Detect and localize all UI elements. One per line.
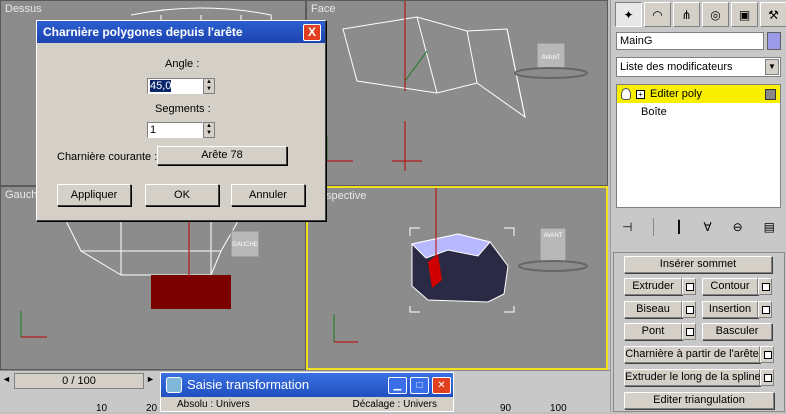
- segments-label: Segments :: [155, 103, 211, 115]
- command-tabs: ✦ ◠ ⋔ ◎ ▣ ⚒: [615, 2, 786, 27]
- utilities-tab-icon[interactable]: ⚒: [760, 2, 786, 27]
- apply-button[interactable]: Appliquer: [57, 184, 131, 206]
- stack-item-label: Boîte: [641, 106, 667, 118]
- angle-input[interactable]: 45,0: [147, 78, 203, 94]
- edit-polygons-rollout: Insérer sommet Extruder Contour Biseau I…: [613, 252, 785, 412]
- ruler-tick: 20: [146, 403, 158, 414]
- viewport-perspective-canvas: AVANT: [333, 188, 588, 343]
- inset-settings-icon[interactable]: [758, 301, 772, 318]
- ruler-tick: 90: [500, 403, 512, 414]
- motion-tab-icon[interactable]: ◎: [702, 2, 729, 27]
- hinge-label: Charnière courante :: [57, 151, 158, 163]
- ruler-tick: 10: [96, 403, 108, 414]
- extrude-button[interactable]: Extruder: [624, 278, 682, 295]
- angle-spinner[interactable]: ▲ ▼: [203, 78, 215, 94]
- hinge-from-edge-button[interactable]: Charnière à partir de l'arête: [624, 346, 760, 363]
- configure-sets-icon[interactable]: ▤: [764, 220, 775, 234]
- inset-button[interactable]: Insertion: [702, 301, 758, 318]
- timeline-prev-icon[interactable]: ◄: [2, 374, 11, 384]
- lightbulb-icon[interactable]: [621, 88, 631, 100]
- hierarchy-tab-icon[interactable]: ⋔: [673, 2, 700, 27]
- timeline-next-icon[interactable]: ►: [146, 374, 155, 384]
- remove-modifier-icon[interactable]: ⊖: [733, 220, 743, 234]
- bridge-settings-icon[interactable]: [682, 323, 696, 340]
- transform-type-in-window: Saisie transformation ▁ □ ✕ Absolu : Uni…: [160, 372, 454, 412]
- modifier-list-label: Liste des modificateurs: [620, 61, 733, 73]
- stack-item-label: Editer poly: [650, 88, 702, 100]
- stack-toolbar: ⊣ ┃ ∀ ⊖ ▤: [616, 216, 781, 238]
- dialog-close-button[interactable]: X: [303, 24, 321, 41]
- app-icon: [166, 377, 182, 393]
- modifier-list-dropdown[interactable]: Liste des modificateurs ▼: [616, 57, 781, 77]
- stack-item-edit-poly[interactable]: + Editer poly: [617, 85, 780, 103]
- outline-button[interactable]: Contour: [702, 278, 758, 295]
- flip-button[interactable]: Basculer: [702, 323, 772, 340]
- ruler-tick: 100: [550, 403, 567, 414]
- minimize-button[interactable]: ▁: [388, 377, 407, 394]
- show-end-result-icon[interactable]: ┃: [675, 220, 682, 234]
- bridge-button[interactable]: Pont: [624, 323, 682, 340]
- expand-icon[interactable]: +: [636, 89, 645, 99]
- transform-window-title[interactable]: Saisie transformation ▁ □ ✕: [161, 373, 453, 397]
- viewport-front[interactable]: Face AVANT: [306, 0, 608, 186]
- transform-title-text: Saisie transformation: [187, 377, 310, 392]
- extrude-along-spline-button[interactable]: Extruder le long de la spline: [624, 369, 761, 386]
- bevel-settings-icon[interactable]: [682, 301, 696, 318]
- cancel-button[interactable]: Annuler: [231, 184, 305, 206]
- hinge-settings-icon[interactable]: [760, 346, 774, 363]
- angle-value: 45,0: [150, 80, 172, 92]
- viewport-perspective[interactable]: spective AVANT: [306, 186, 608, 370]
- hinge-pick-button[interactable]: Arête 78: [157, 146, 287, 165]
- segments-input[interactable]: 1: [147, 122, 203, 138]
- command-panel: ✦ ◠ ⋔ ◎ ▣ ⚒ MainG Liste des modificateur…: [610, 0, 786, 412]
- close-button[interactable]: ✕: [432, 377, 451, 394]
- display-tab-icon[interactable]: ▣: [731, 2, 758, 27]
- dialog-title: Charnière polygones depuis l'arête: [37, 21, 325, 43]
- view-cube-front-label: AVANT: [541, 55, 560, 61]
- view-cube-left-label: GAUCHE: [232, 242, 258, 248]
- modify-tab-icon[interactable]: ◠: [644, 2, 671, 27]
- stack-item-box[interactable]: Boîte: [617, 103, 780, 121]
- hinge-dialog: Charnière polygones depuis l'arête X Ang…: [36, 20, 326, 221]
- offset-world-label: Décalage : Univers: [352, 399, 437, 410]
- transform-window-body: Absolu : Univers Décalage : Univers: [161, 397, 453, 412]
- viewport-front-canvas: AVANT: [326, 1, 588, 171]
- insert-vertex-button[interactable]: Insérer sommet: [624, 256, 772, 273]
- edit-triangulation-button[interactable]: Editer triangulation: [624, 392, 774, 409]
- angle-label: Angle :: [165, 58, 200, 70]
- stack-swatch-icon: [765, 88, 776, 100]
- outline-settings-icon[interactable]: [758, 278, 772, 295]
- object-name-field[interactable]: MainG: [616, 32, 764, 50]
- view-cube-persp-label: AVANT: [543, 233, 562, 239]
- make-unique-icon[interactable]: ∀: [704, 220, 712, 234]
- segments-spinner[interactable]: ▲ ▼: [203, 122, 215, 138]
- chevron-down-icon[interactable]: ▼: [765, 59, 779, 75]
- absolute-world-label: Absolu : Univers: [177, 399, 250, 410]
- object-color-swatch[interactable]: [767, 32, 781, 50]
- modifier-stack: + Editer poly Boîte: [616, 84, 781, 208]
- toolbar-divider: [653, 218, 655, 236]
- pin-stack-icon[interactable]: ⊣: [622, 220, 632, 234]
- ok-button[interactable]: OK: [145, 184, 219, 206]
- extrude-settings-icon[interactable]: [682, 278, 696, 295]
- bevel-button[interactable]: Biseau: [624, 301, 682, 318]
- extrude-spline-settings-icon[interactable]: [760, 369, 774, 386]
- create-tab-icon[interactable]: ✦: [615, 2, 642, 27]
- time-slider[interactable]: 0 / 100: [14, 373, 144, 389]
- maximize-button[interactable]: □: [410, 377, 429, 394]
- segments-value: 1: [150, 124, 157, 136]
